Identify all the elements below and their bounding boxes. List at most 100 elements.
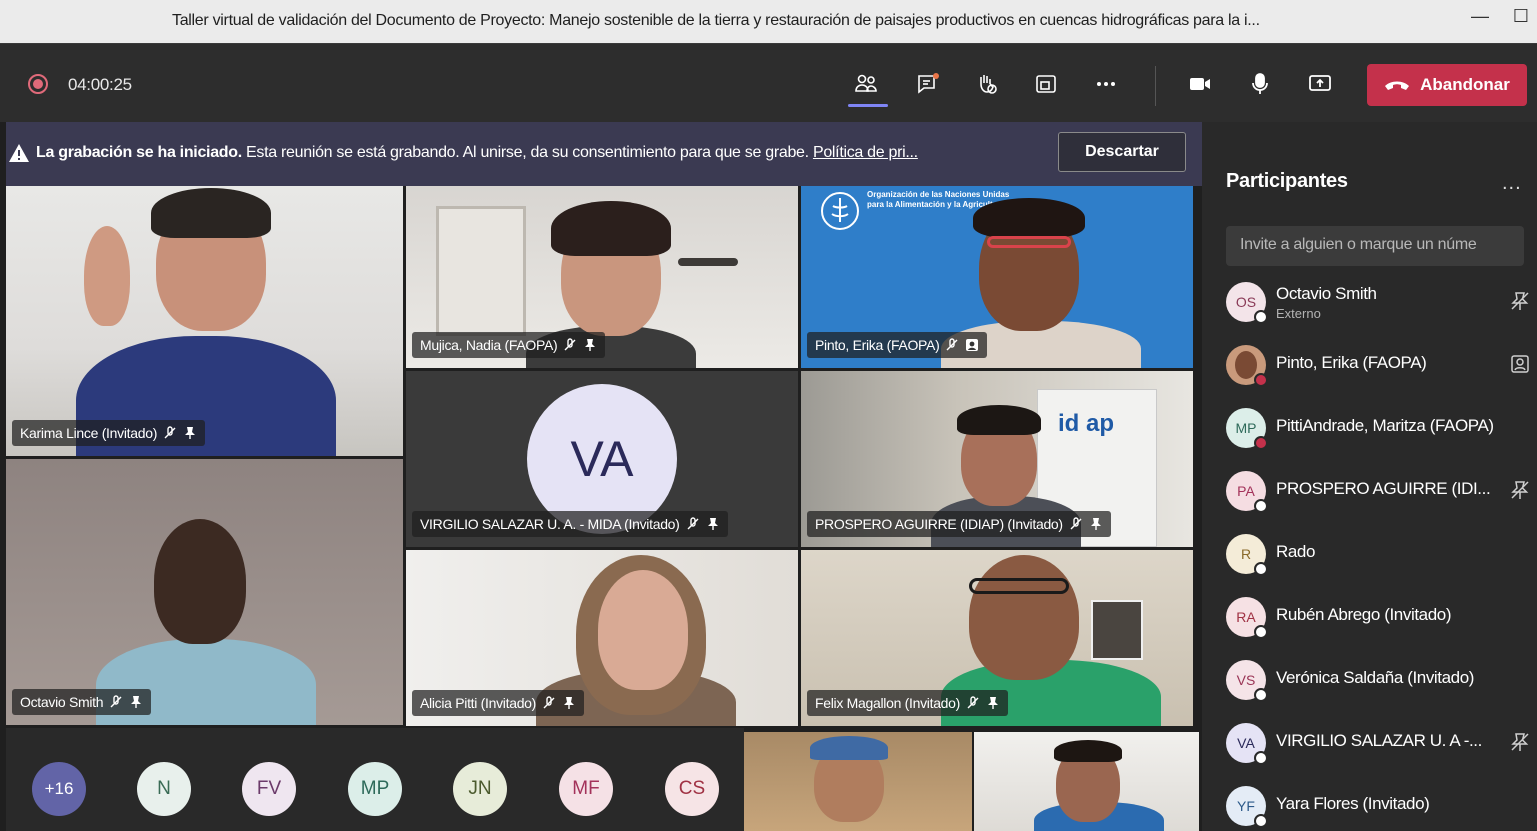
meeting-timer: 04:00:25 — [68, 75, 132, 94]
participant-row[interactable]: Pinto, Erika (FAOPA) — [1226, 337, 1531, 391]
presenter-icon — [1511, 355, 1529, 373]
avatar: VA — [1226, 723, 1268, 765]
participant-name: Alicia Pitti (Invitado) — [420, 695, 537, 711]
mic-muted-icon — [946, 338, 958, 351]
participant-row[interactable]: RA Rubén Abrego (Invitado) — [1226, 589, 1531, 643]
participant-row[interactable]: OS Octavio Smith Externo — [1226, 274, 1531, 328]
avatar-initials: VA — [1237, 735, 1255, 751]
dismiss-button[interactable]: Descartar — [1058, 132, 1186, 172]
privacy-policy-link[interactable]: Política de pri... — [813, 144, 918, 161]
idiap-logo: id ap — [1058, 410, 1115, 437]
more-participants-button[interactable]: +16 — [32, 762, 86, 816]
participant-row[interactable]: YF Yara Flores (Invitado) — [1226, 778, 1531, 831]
participant-name: Octavio Smith — [1276, 284, 1377, 303]
participants-button[interactable] — [848, 66, 884, 102]
video-tile-erika[interactable]: Organización de las Naciones Unidas para… — [801, 186, 1193, 368]
participant-name: Pinto, Erika (FAOPA) — [1276, 353, 1427, 372]
video-tile-alicia[interactable]: Alicia Pitti (Invitado) — [406, 550, 798, 726]
mic-muted-icon — [543, 696, 555, 709]
participant-role: Externo — [1276, 306, 1321, 321]
name-tag: Mujica, Nadia (FAOPA) — [412, 332, 606, 358]
mic-muted-icon — [164, 426, 176, 439]
pin-icon — [707, 518, 718, 530]
reactions-button[interactable] — [968, 66, 1004, 102]
minimize-button[interactable]: — — [1467, 6, 1493, 32]
video-tile-small-1[interactable] — [744, 732, 972, 831]
maximize-button[interactable]: ☐ — [1508, 6, 1534, 32]
invite-input[interactable]: Invite a alguien o marque un núme — [1226, 226, 1524, 266]
participant-glasses — [969, 578, 1069, 594]
participant-hair — [1054, 740, 1122, 762]
banner-message: La grabación se ha iniciado. Esta reunió… — [36, 144, 1046, 162]
participant-row[interactable]: R Rado — [1226, 526, 1531, 580]
avatar-photo — [1235, 351, 1257, 379]
microphone-button[interactable] — [1242, 66, 1278, 102]
video-tile-small-2[interactable] — [974, 732, 1199, 831]
avatar[interactable]: MP — [348, 762, 402, 816]
presence-indicator — [1254, 688, 1268, 702]
window-titlebar: Taller virtual de validación del Documen… — [0, 0, 1537, 44]
participant-row[interactable]: PA PROSPERO AGUIRRE (IDI... — [1226, 463, 1531, 517]
participant-face — [969, 555, 1079, 680]
active-tab-indicator — [848, 104, 888, 107]
avatar[interactable]: JN — [453, 762, 507, 816]
participant-name: Verónica Saldaña (Invitado) — [1276, 668, 1475, 687]
pin-icon[interactable] — [1509, 479, 1531, 501]
recording-banner: La grabación se ha iniciado. Esta reunió… — [6, 122, 1202, 186]
pin-icon[interactable] — [1509, 290, 1531, 312]
mic-muted-icon — [1070, 517, 1082, 530]
participant-row[interactable]: VA VIRGILIO SALAZAR U. A -... — [1226, 715, 1531, 769]
avatar-initials: R — [1240, 546, 1252, 562]
avatar-initials: YF — [1237, 798, 1255, 814]
participant-name: Rado — [1276, 542, 1316, 561]
share-screen-button[interactable] — [1302, 66, 1338, 102]
wall-frame — [1091, 600, 1143, 660]
meeting-title: Taller virtual de validación del Documen… — [172, 12, 1260, 29]
more-actions-button[interactable] — [1088, 66, 1124, 102]
leave-button[interactable]: Abandonar — [1367, 64, 1527, 106]
panel-more-button[interactable]: ... — [1502, 172, 1522, 195]
pin-icon — [585, 339, 596, 351]
participant-row[interactable]: VS Verónica Saldaña (Invitado) — [1226, 652, 1531, 706]
mic-muted-icon — [564, 338, 576, 351]
avatar[interactable]: N — [137, 762, 191, 816]
avatar: VS — [1226, 660, 1268, 702]
microphone-icon — [1252, 73, 1268, 94]
participant-hair — [957, 405, 1041, 435]
video-tile-prospero[interactable]: id ap PROSPERO AGUIRRE (IDIAP) (Invitado… — [801, 371, 1193, 547]
participant-name: Karima Lince (Invitado) — [20, 425, 158, 441]
name-tag: Pinto, Erika (FAOPA) — [807, 332, 988, 358]
participant-name: Rubén Abrego (Invitado) — [1276, 605, 1452, 624]
participant-name: Mujica, Nadia (FAOPA) — [420, 337, 558, 353]
fao-logo-icon — [821, 192, 859, 230]
camera-button[interactable] — [1182, 66, 1218, 102]
pin-icon[interactable] — [1509, 731, 1531, 753]
video-tile-karima[interactable]: Karima Lince (Invitado) — [6, 186, 403, 456]
participant-name: VIRGILIO SALAZAR U. A. - MIDA (Invitado) — [420, 516, 680, 532]
participant-row[interactable]: MP PittiAndrade, Maritza (FAOPA) — [1226, 400, 1531, 454]
video-tile-nadia[interactable]: Mujica, Nadia (FAOPA) — [406, 186, 798, 368]
chat-button[interactable] — [910, 66, 946, 102]
mic-muted-icon — [110, 695, 122, 708]
chat-icon — [918, 73, 939, 94]
avatar[interactable]: FV — [242, 762, 296, 816]
avatar: PA — [1226, 471, 1268, 513]
avatar: R — [1226, 534, 1268, 576]
name-tag: Alicia Pitti (Invitado) — [412, 690, 585, 716]
avatar[interactable]: MF — [559, 762, 613, 816]
video-tile-virgilio[interactable]: VA VIRGILIO SALAZAR U. A. - MIDA (Invita… — [406, 371, 798, 547]
video-tile-felix[interactable]: Felix Magallon (Invitado) — [801, 550, 1193, 726]
presence-indicator — [1254, 499, 1268, 513]
participant-face — [154, 519, 246, 644]
panel-title: Participantes — [1226, 170, 1348, 192]
avatar-initials: RA — [1236, 609, 1256, 625]
video-tile-octavio[interactable]: Octavio Smith — [6, 459, 403, 725]
avatar — [1226, 345, 1268, 387]
avatar: OS — [1226, 282, 1268, 324]
rooms-button[interactable] — [1028, 66, 1064, 102]
raised-hand — [84, 226, 130, 326]
name-tag: PROSPERO AGUIRRE (IDIAP) (Invitado) — [807, 511, 1111, 537]
participant-cap — [810, 736, 888, 760]
ceiling-fan — [678, 258, 738, 266]
avatar[interactable]: CS — [665, 762, 719, 816]
